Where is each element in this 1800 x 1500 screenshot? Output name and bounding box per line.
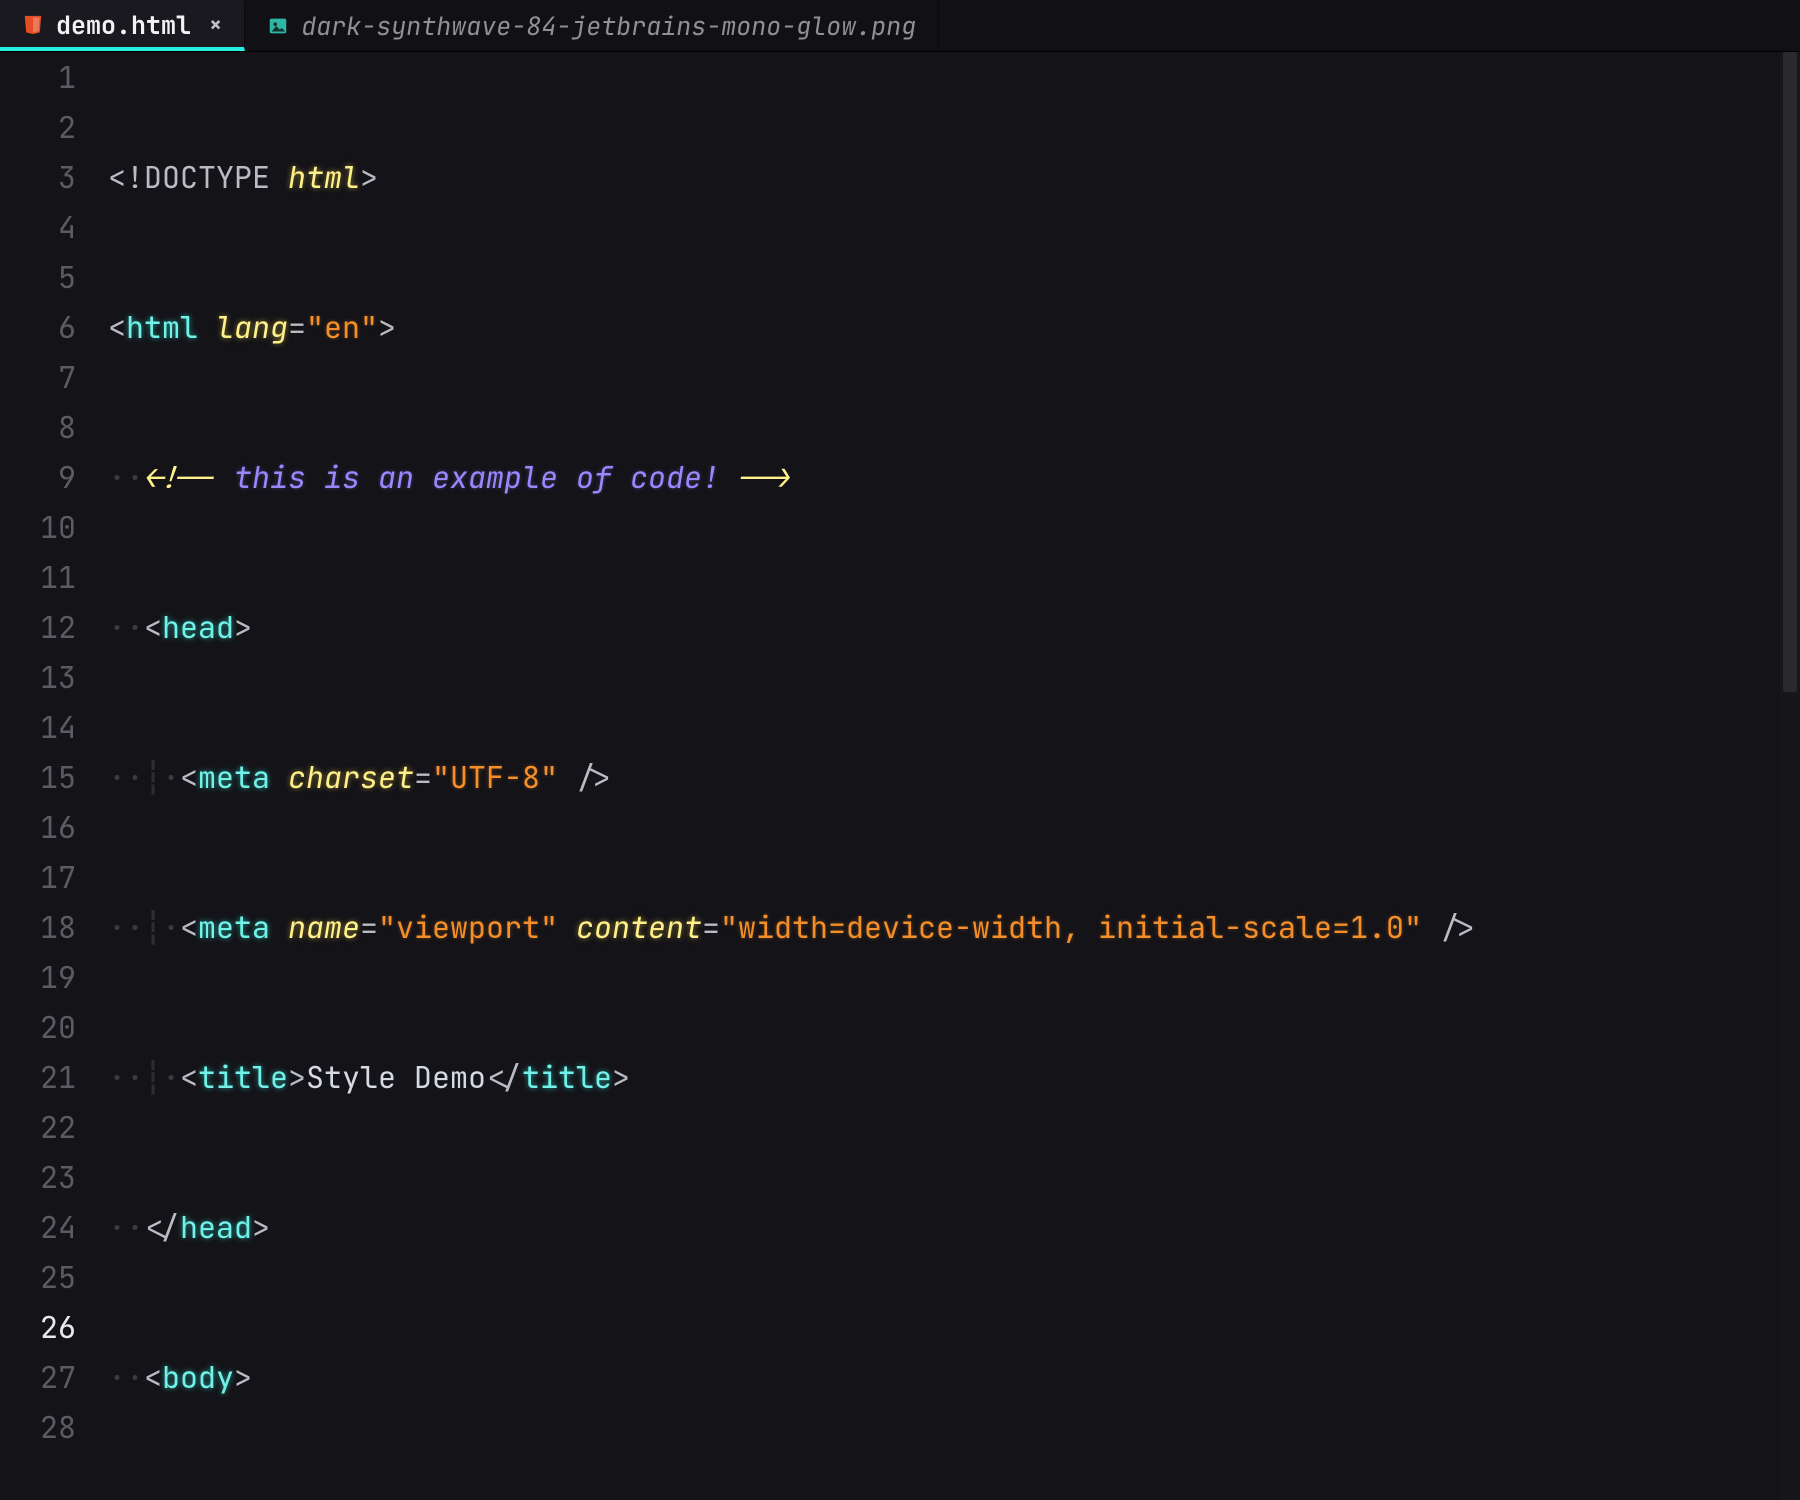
tab-label: dark-synthwave-84-jetbrains-mono-glow.pn…	[301, 9, 916, 43]
code-area[interactable]: <!DOCTYPE html> <html lang="en"> ··<!-- …	[100, 52, 1800, 1500]
line-number: 14	[0, 702, 76, 752]
html5-icon	[22, 14, 44, 36]
line-number: 22	[0, 1102, 76, 1152]
line-number: 3	[0, 152, 76, 202]
line-number: 6	[0, 302, 76, 352]
line-number: 1	[0, 52, 76, 102]
code-editor[interactable]: 1234567891011121314151617181920212223242…	[0, 52, 1800, 1500]
line-number: 27	[0, 1352, 76, 1402]
line-number: 21	[0, 1052, 76, 1102]
code-line[interactable]: ··<body>	[108, 1352, 1800, 1402]
line-number: 19	[0, 952, 76, 1002]
line-number: 17	[0, 852, 76, 902]
tab-label: demo.html	[56, 8, 191, 42]
line-number: 26	[0, 1302, 76, 1352]
vertical-scrollbar[interactable]	[1780, 52, 1800, 1500]
code-line[interactable]: ··┆·<meta name="viewport" content="width…	[108, 902, 1800, 952]
close-icon[interactable]: ×	[209, 10, 222, 39]
code-line[interactable]: <html lang="en">	[108, 302, 1800, 352]
line-number: 20	[0, 1002, 76, 1052]
line-number: 10	[0, 502, 76, 552]
code-line[interactable]: ··┆·<title>Style Demo</title>	[108, 1052, 1800, 1102]
code-line[interactable]: ··<!-- this is an example of code! -->	[108, 452, 1800, 502]
line-number: 16	[0, 802, 76, 852]
line-number: 8	[0, 402, 76, 452]
line-number: 7	[0, 352, 76, 402]
code-line[interactable]: <!DOCTYPE html>	[108, 152, 1800, 202]
line-number: 9	[0, 452, 76, 502]
tab-demo-html[interactable]: demo.html ×	[0, 0, 245, 51]
code-line[interactable]: ··┆·<meta charset="UTF-8" />	[108, 752, 1800, 802]
line-number: 28	[0, 1402, 76, 1452]
line-number: 12	[0, 602, 76, 652]
line-number: 24	[0, 1202, 76, 1252]
line-number: 25	[0, 1252, 76, 1302]
code-line[interactable]: ··</head>	[108, 1202, 1800, 1252]
code-line[interactable]: ··<head>	[108, 602, 1800, 652]
line-number: 15	[0, 752, 76, 802]
line-number: 18	[0, 902, 76, 952]
tab-bar: demo.html × dark-synthwave-84-jetbrains-…	[0, 0, 1800, 52]
line-number: 11	[0, 552, 76, 602]
tab-image-file[interactable]: dark-synthwave-84-jetbrains-mono-glow.pn…	[245, 0, 939, 51]
line-number: 5	[0, 252, 76, 302]
line-number: 13	[0, 652, 76, 702]
image-icon	[267, 15, 289, 37]
scrollbar-thumb[interactable]	[1783, 52, 1797, 692]
line-number: 23	[0, 1152, 76, 1202]
line-number: 4	[0, 202, 76, 252]
line-number: 2	[0, 102, 76, 152]
line-number-gutter: 1234567891011121314151617181920212223242…	[0, 52, 100, 1500]
